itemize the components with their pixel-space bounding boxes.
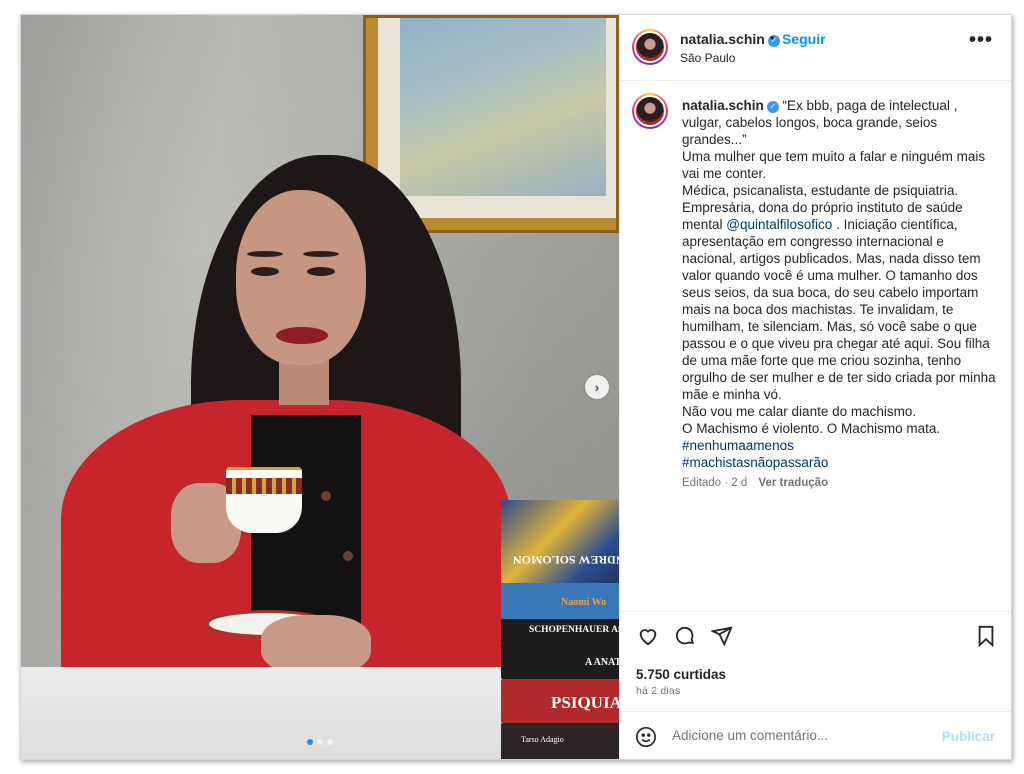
likes-count[interactable]: 5.750 curtidas — [636, 667, 726, 682]
eye — [251, 267, 279, 276]
eyebrow — [303, 251, 339, 257]
mention-link[interactable]: @quintalfilosofico — [726, 217, 832, 232]
verified-badge-icon: ✓ — [766, 101, 779, 113]
chevron-right-icon: › — [594, 379, 600, 395]
username-text[interactable]: natalia.schin — [680, 31, 765, 47]
see-translation-button[interactable]: Ver tradução — [758, 477, 828, 489]
hashtag-link[interactable]: #machistasnãopassarão — [682, 454, 998, 471]
comment-bar: Publicar — [620, 711, 1011, 759]
book-title: SCHOPENHAUER Aforis — [529, 625, 619, 635]
comment-input[interactable] — [672, 728, 922, 743]
bookmark-icon[interactable] — [974, 624, 998, 648]
book: A ANAT — [501, 643, 619, 679]
author-username[interactable]: natalia.schin ✓ — [680, 31, 780, 47]
book: SCHOPENHAUER Aforis — [501, 619, 619, 643]
post-caption: natalia.schin ✓ “Ex bbb, paga de intelect… — [682, 97, 998, 471]
location-link[interactable]: São Paulo — [680, 51, 735, 65]
book-title: PSIQUIA — [551, 693, 619, 712]
jacket-button — [321, 491, 331, 501]
caption-username[interactable]: natalia.schin — [682, 98, 764, 113]
avatar[interactable] — [632, 29, 668, 65]
book: PSIQUIA — [501, 679, 619, 723]
post-header: natalia.schin ✓ • Seguir São Paulo ••• — [620, 15, 1011, 81]
book: Tarso Adagio — [501, 723, 619, 759]
post-timestamp[interactable]: há 2 dias — [636, 685, 680, 697]
carousel-dot — [317, 739, 323, 745]
separator-dot: • — [770, 31, 775, 45]
edited-label: Editado · 2 d — [682, 477, 748, 489]
caption-line: O Machismo é violento. O Machismo mata. — [682, 421, 941, 436]
carousel-indicator — [307, 739, 333, 745]
lips — [276, 327, 328, 344]
post-photo[interactable]: ANDREW SOLOMON Naomi Wo SCHOPENHAUER Afo… — [21, 15, 619, 759]
book-title: Naomi Wo — [561, 597, 607, 608]
more-options-icon[interactable]: ••• — [969, 29, 993, 52]
publish-button[interactable]: Publicar — [942, 729, 995, 744]
caption-text: . Iniciação científica, apresentação em … — [682, 217, 996, 402]
book: Naomi Wo — [501, 583, 619, 619]
heart-icon[interactable] — [636, 624, 660, 648]
carousel-dot — [327, 739, 333, 745]
book-title: ANDREW SOLOMON — [513, 553, 619, 567]
carousel-dot — [307, 739, 313, 745]
book-title: A ANAT — [585, 657, 619, 668]
share-icon[interactable] — [710, 624, 734, 648]
hand — [261, 615, 371, 675]
eye — [307, 267, 335, 276]
caption-line: Não vou me calar diante do machismo. — [682, 404, 917, 419]
hashtag-link[interactable]: #nenhumaamenos — [682, 437, 998, 454]
caption-line: Médica, psicanalista, estudante de psiqu… — [682, 183, 959, 198]
book-title: Tarso Adagio — [521, 735, 564, 744]
screenshot-frame: ANDREW SOLOMON Naomi Wo SCHOPENHAUER Afo… — [20, 14, 1012, 760]
follow-button[interactable]: Seguir — [782, 31, 826, 47]
jacket-button — [343, 551, 353, 561]
carousel-next-button[interactable]: › — [585, 375, 609, 399]
eyebrow — [247, 251, 283, 257]
post-panel: natalia.schin ✓ • Seguir São Paulo ••• na… — [619, 15, 1011, 759]
emoji-icon[interactable] — [634, 725, 658, 749]
coffee-cup — [226, 467, 302, 533]
caption-meta: Editado · 2 d Ver tradução — [682, 477, 828, 489]
caption-avatar[interactable] — [632, 93, 668, 129]
caption-line: Uma mulher que tem muito a falar e ningu… — [682, 149, 986, 181]
comment-icon[interactable] — [673, 624, 697, 648]
